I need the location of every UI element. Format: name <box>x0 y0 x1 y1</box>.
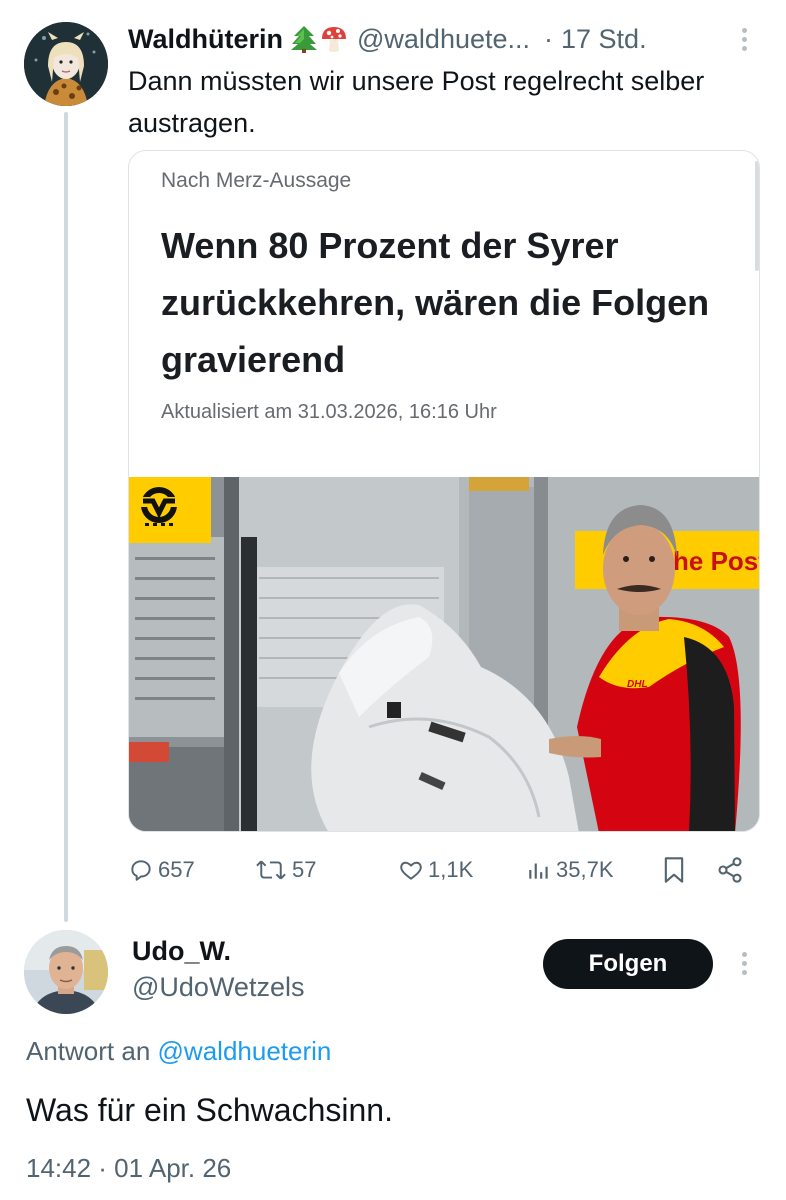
reply-to-prefix: Antwort an <box>26 1036 151 1066</box>
shirt-logo-text: DHL <box>627 679 648 690</box>
views-icon <box>529 863 548 879</box>
like-count: 1,1K <box>428 857 474 882</box>
card-scrollbar <box>755 161 759 271</box>
more-options-icon[interactable] <box>734 26 754 54</box>
reply-timestamp[interactable]: 14:42 · 01 Apr. 26 <box>26 1153 231 1184</box>
repost-icon <box>256 860 286 880</box>
reply-action[interactable]: 657 <box>128 850 195 890</box>
tweet-header: Waldhüterin @waldhuete... · 17 Std. <box>128 22 728 56</box>
reply-icon <box>131 860 151 881</box>
tweet-time[interactable]: 17 Std. <box>561 24 647 55</box>
article-card[interactable]: Nach Merz-Aussage Wenn 80 Prozent der Sy… <box>128 150 760 832</box>
background-sign-text: he Post <box>673 546 760 576</box>
repost-count: 57 <box>292 857 317 882</box>
author-handle[interactable]: @waldhuete... <box>357 24 530 55</box>
tweet-action-bar: 657 57 1,1K 35,7K <box>128 850 758 890</box>
article-kicker: Nach Merz-Aussage <box>161 169 352 192</box>
tweet-text: Dann müssten wir unsere Post regelrecht … <box>128 66 705 138</box>
share-action[interactable] <box>716 850 744 890</box>
reply-author-handle[interactable]: @UdoWetzels <box>132 972 304 1003</box>
bookmark-action[interactable] <box>662 850 686 890</box>
bookmark-icon <box>664 857 684 883</box>
reply-to-line: Antwort an @waldhueterin <box>26 1036 331 1067</box>
article-photo: he Post DHL <box>129 477 760 831</box>
reply-to-mention-link[interactable]: @waldhueterin <box>158 1036 332 1066</box>
thread-connector-line <box>64 112 68 922</box>
article-updated-date: Aktualisiert am 31.03.2026, 16:16 Uhr <box>161 401 497 423</box>
views-action[interactable]: 35,7K <box>526 850 614 890</box>
repost-action[interactable]: 57 <box>254 850 316 890</box>
mushroom-icon <box>322 27 346 52</box>
share-icon <box>718 857 742 883</box>
article-headline: Wenn 80 Prozent der Syrer zurückkehren, … <box>161 225 710 380</box>
reply-author-avatar[interactable] <box>24 930 108 1014</box>
author-name[interactable]: Waldhüterin <box>128 24 283 55</box>
author-name-emoji <box>291 25 347 53</box>
like-icon <box>400 861 422 880</box>
reply-more-options-icon[interactable] <box>734 950 754 978</box>
follow-button[interactable]: Folgen <box>543 939 713 989</box>
like-action[interactable]: 1,1K <box>398 850 473 890</box>
reply-author-name[interactable]: Udo_W. <box>132 936 231 967</box>
reply-text: Was für ein Schwachsinn. <box>26 1092 393 1128</box>
meta-separator: · <box>544 23 554 54</box>
author-avatar[interactable] <box>24 22 108 106</box>
evergreen-tree-icon <box>291 26 317 53</box>
reply-count: 657 <box>158 857 195 882</box>
views-count: 35,7K <box>556 857 614 882</box>
